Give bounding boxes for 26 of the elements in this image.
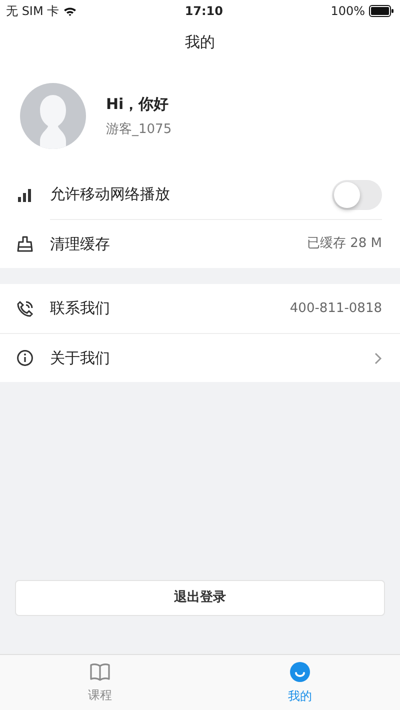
row-value: 已缓存 28 M: [306, 235, 382, 254]
settings-row[interactable]: 关于我们: [0, 333, 400, 382]
row-label: 允许移动网络播放: [50, 184, 171, 206]
carrier-text: 无 SIM 卡: [6, 3, 60, 20]
row-value: 400-811-0818: [290, 300, 382, 318]
username-text: 游客_1075: [106, 120, 172, 138]
book-icon: [89, 662, 111, 682]
row-label: 清理缓存: [50, 234, 111, 255]
settings-row[interactable]: 清理缓存 已缓存 28 M: [0, 219, 400, 268]
row-label: 关于我们: [50, 348, 111, 369]
time-text: 17:10: [184, 3, 224, 20]
chevron-icon: [374, 352, 382, 364]
wifi-icon: [63, 6, 78, 16]
settings-row[interactable]: 允许移动网络播放: [0, 170, 400, 219]
page-title: 我的: [185, 32, 215, 53]
settings-row[interactable]: 联系我们 400-811-0818: [0, 284, 400, 333]
info-icon: [16, 349, 34, 367]
greeting-text: Hi，你好: [106, 94, 170, 115]
row-label: 联系我们: [50, 298, 111, 320]
battery-icon: [369, 5, 394, 17]
smile-icon: [289, 660, 311, 682]
logout-button[interactable]: 退出登录: [15, 580, 385, 616]
brush-icon: [16, 234, 34, 252]
phone-icon: [16, 300, 34, 318]
battery-text: 100%: [330, 3, 365, 20]
toggle-switch[interactable]: [332, 180, 382, 210]
